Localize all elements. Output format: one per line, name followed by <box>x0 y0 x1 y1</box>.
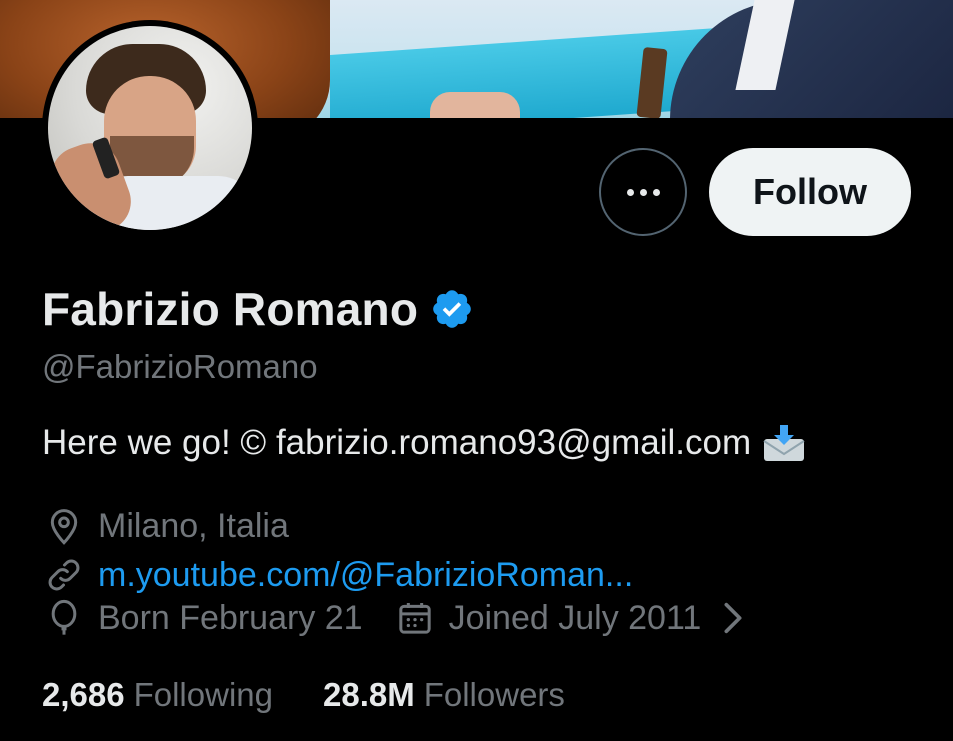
avatar-photo <box>48 26 252 230</box>
profile-handle: @FabrizioRomano <box>42 348 318 385</box>
banner-hand <box>430 92 520 118</box>
profile-avatar[interactable] <box>42 20 258 236</box>
following-count: 2,686 <box>42 676 125 713</box>
location-pin-icon <box>50 509 78 545</box>
profile-dates: Born February 21 Joined July 2011 <box>44 598 753 638</box>
balloon-icon <box>51 599 77 635</box>
bio-text: Here we go! © fabrizio.romano93@gmail.co… <box>42 423 752 462</box>
profile-stats: 2,686 Following 28.8M Followers <box>42 676 565 714</box>
following-link[interactable]: 2,686 Following <box>42 676 273 714</box>
profile-website[interactable]: m.youtube.com/@FabrizioRoman... <box>44 555 633 595</box>
born-date: Born February 21 <box>98 598 363 637</box>
following-label: Following <box>133 676 273 713</box>
website-link[interactable]: m.youtube.com/@FabrizioRoman... <box>98 556 633 595</box>
followers-link[interactable]: 28.8M Followers <box>323 676 565 714</box>
calendar-icon <box>398 603 431 634</box>
incoming-envelope-icon <box>763 425 805 461</box>
link-icon <box>48 559 80 591</box>
chevron-right-icon <box>724 602 742 634</box>
verified-badge-icon[interactable] <box>430 287 474 331</box>
more-options-button[interactable] <box>599 148 687 236</box>
more-options-icon <box>626 188 660 196</box>
followers-count: 28.8M <box>323 676 415 713</box>
followers-label: Followers <box>423 676 565 713</box>
profile-location: Milano, Italia <box>44 506 289 546</box>
profile-name: Fabrizio Romano <box>42 283 419 335</box>
follow-button[interactable]: Follow <box>709 148 911 236</box>
profile-bio: Here we go! © fabrizio.romano93@gmail.co… <box>42 423 807 463</box>
profile-name-row: Fabrizio Romano <box>42 282 474 336</box>
location-text: Milano, Italia <box>98 506 289 545</box>
joined-info[interactable]: Joined July 2011 <box>395 598 754 638</box>
banner-person-right <box>670 0 953 118</box>
joined-date: Joined July 2011 <box>448 598 702 637</box>
